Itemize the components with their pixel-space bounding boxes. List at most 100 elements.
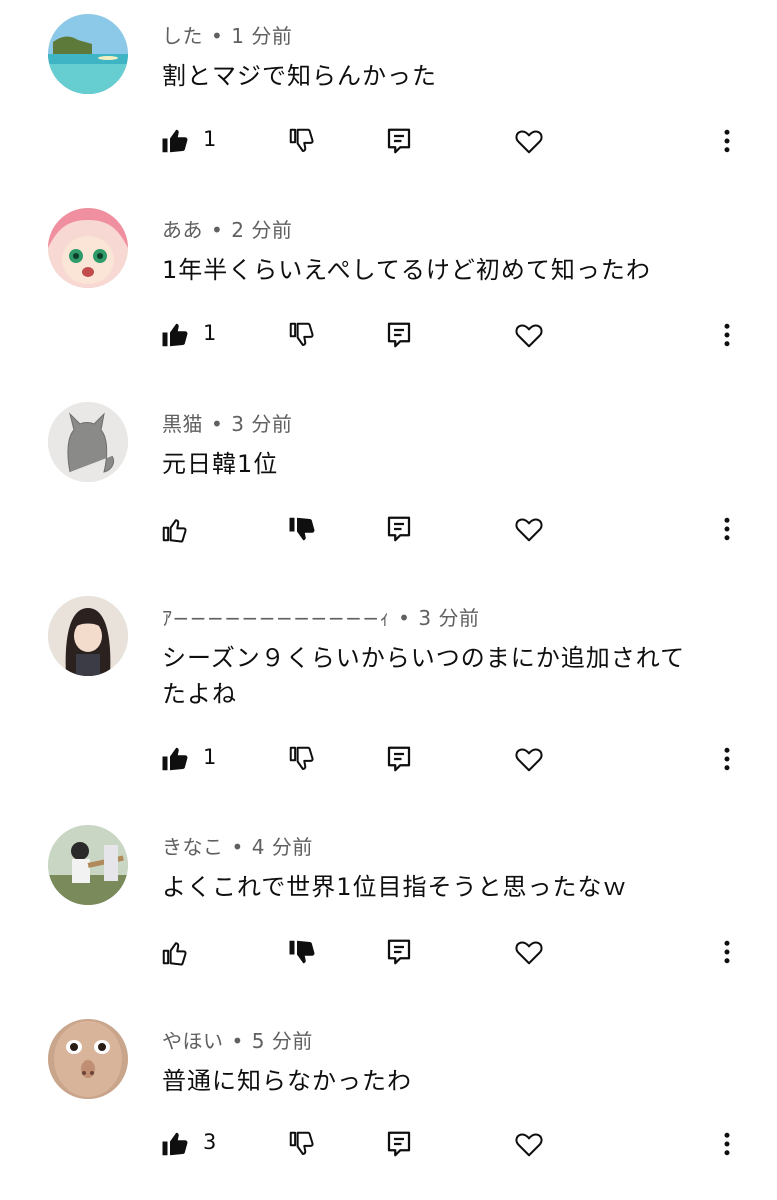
comment-text: 元日韓1位: [162, 450, 279, 478]
heart-icon: [515, 130, 543, 154]
avatar[interactable]: [48, 14, 128, 94]
comment-item: やほい • 5 分前 普通に知らなかったわ 3: [0, 1005, 777, 1200]
thumbs-down-icon: [289, 940, 315, 964]
reply-button[interactable]: [384, 509, 414, 549]
comment-actions: 3: [0, 1124, 777, 1164]
more-vert-icon: [724, 323, 730, 347]
comment-item: 黒猫 • 3 分前 元日韓1位: [0, 388, 777, 578]
like-button[interactable]: [160, 739, 190, 779]
thumbs-up-icon: [162, 323, 188, 347]
more-options-button[interactable]: [712, 1124, 742, 1164]
comment-meta: した • 1 分前: [162, 20, 292, 49]
thumbs-up-icon: [162, 129, 188, 153]
author-name[interactable]: ああ: [162, 218, 203, 242]
like-button[interactable]: [160, 1124, 190, 1164]
meta-separator: •: [231, 1029, 244, 1053]
reply-icon: [387, 1131, 411, 1157]
author-name[interactable]: ｱ−−−−−−−−−−−−ｨ: [162, 606, 390, 630]
comment-item: した • 1 分前 割とマジで知らんかった 1: [0, 0, 777, 190]
heart-icon: [515, 324, 543, 348]
comment-item: ああ • 2 分前 1年半くらいえぺしてるけど初めて知ったわ 1: [0, 194, 777, 384]
dislike-button[interactable]: [287, 1124, 317, 1164]
comment-text: 普通に知らなかったわ: [162, 1067, 412, 1095]
dislike-button[interactable]: [287, 121, 317, 161]
like-button[interactable]: [160, 932, 190, 972]
comment-actions: 1: [0, 739, 777, 779]
like-count: 3: [203, 1130, 217, 1154]
comment-actions: 1: [0, 315, 777, 355]
reply-button[interactable]: [384, 315, 414, 355]
heart-icon: [515, 1133, 543, 1157]
author-name[interactable]: きなこ: [162, 835, 224, 859]
author-name[interactable]: した: [162, 24, 203, 48]
thumbs-down-icon: [289, 746, 314, 770]
meta-separator: •: [211, 218, 224, 242]
thumbs-up-icon: [162, 519, 187, 543]
meta-separator: •: [231, 835, 244, 859]
heart-icon: [515, 941, 543, 965]
more-options-button[interactable]: [712, 932, 742, 972]
comment-meta: やほい • 5 分前: [162, 1025, 313, 1054]
heart-button[interactable]: [514, 739, 544, 779]
like-button[interactable]: [160, 121, 190, 161]
author-name[interactable]: 黒猫: [162, 412, 203, 436]
avatar[interactable]: [48, 1019, 128, 1099]
reply-icon: [387, 516, 411, 542]
more-vert-icon: [724, 1132, 730, 1156]
more-vert-icon: [724, 747, 730, 771]
comment-text: よくこれで世界1位目指そうと思ったなｗ: [162, 873, 628, 901]
meta-separator: •: [398, 606, 411, 630]
thumbs-up-icon: [162, 942, 187, 966]
comment-text: 割とマジで知らんかった: [162, 62, 437, 90]
dislike-button[interactable]: [287, 932, 317, 972]
dislike-button[interactable]: [287, 509, 317, 549]
reply-icon: [387, 128, 411, 154]
like-button[interactable]: [160, 315, 190, 355]
comment-meta: きなこ • 4 分前: [162, 831, 313, 860]
comment-actions: [0, 932, 777, 972]
avatar[interactable]: [48, 208, 128, 288]
heart-button[interactable]: [514, 1124, 544, 1164]
dislike-button[interactable]: [287, 739, 317, 779]
more-options-button[interactable]: [712, 315, 742, 355]
comment-meta: ｱ−−−−−−−−−−−−ｨ • 3 分前: [162, 602, 479, 631]
avatar[interactable]: [48, 825, 128, 905]
timestamp[interactable]: 2 分前: [231, 218, 292, 242]
avatar[interactable]: [48, 402, 128, 482]
comment-meta: ああ • 2 分前: [162, 214, 292, 243]
more-vert-icon: [724, 129, 730, 153]
heart-button[interactable]: [514, 315, 544, 355]
heart-button[interactable]: [514, 932, 544, 972]
reply-button[interactable]: [384, 932, 414, 972]
heart-button[interactable]: [514, 121, 544, 161]
dislike-button[interactable]: [287, 315, 317, 355]
thumbs-up-icon: [162, 1132, 188, 1156]
reply-icon: [387, 746, 411, 772]
more-options-button[interactable]: [712, 509, 742, 549]
comment-actions: [0, 509, 777, 549]
timestamp[interactable]: 1 分前: [231, 24, 292, 48]
comment-item: きなこ • 4 分前 よくこれで世界1位目指そうと思ったなｗ: [0, 811, 777, 1001]
timestamp[interactable]: 3 分前: [231, 412, 292, 436]
more-vert-icon: [724, 940, 730, 964]
like-count: 1: [203, 745, 217, 769]
comment-text: 1年半くらいえぺしてるけど初めて知ったわ: [162, 256, 651, 284]
heart-button[interactable]: [514, 509, 544, 549]
more-options-button[interactable]: [712, 121, 742, 161]
avatar[interactable]: [48, 596, 128, 676]
timestamp[interactable]: 4 分前: [252, 835, 313, 859]
comment-actions: 1: [0, 121, 777, 161]
more-options-button[interactable]: [712, 739, 742, 779]
reply-button[interactable]: [384, 739, 414, 779]
author-name[interactable]: やほい: [162, 1029, 224, 1053]
reply-button[interactable]: [384, 121, 414, 161]
comment-item: ｱ−−−−−−−−−−−−ｨ • 3 分前 シーズン９くらいからいつのまにか追加され…: [0, 582, 777, 808]
reply-button[interactable]: [384, 1124, 414, 1164]
timestamp[interactable]: 3 分前: [418, 606, 479, 630]
thumbs-down-icon: [289, 517, 315, 541]
heart-icon: [515, 748, 543, 772]
heart-icon: [515, 518, 543, 542]
like-count: 1: [203, 127, 217, 151]
timestamp[interactable]: 5 分前: [252, 1029, 313, 1053]
like-button[interactable]: [160, 509, 190, 549]
